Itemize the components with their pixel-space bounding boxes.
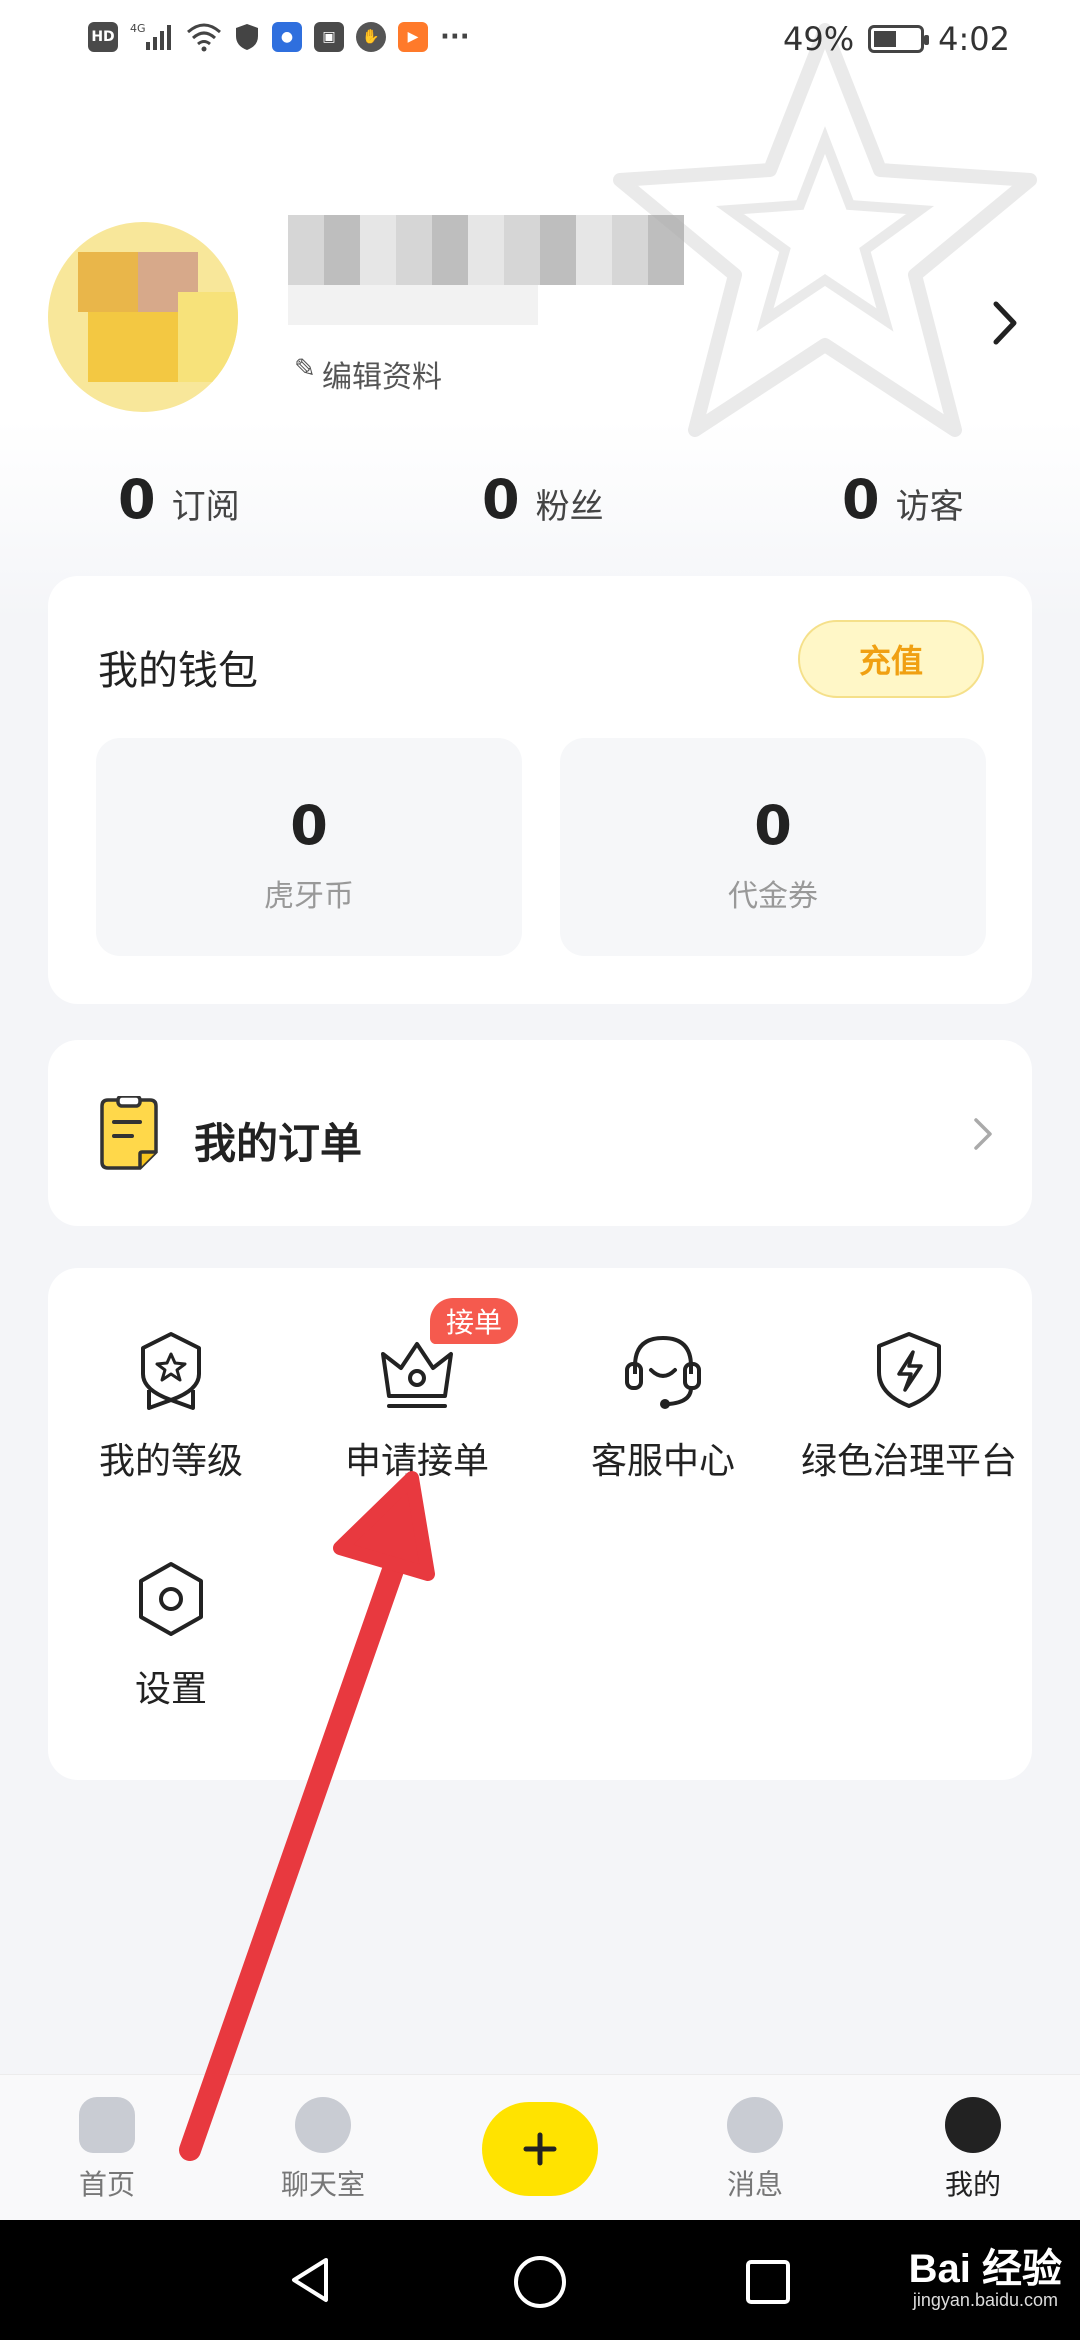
tool-label: 设置 [134,1669,207,1710]
nav-label: 聊天室 [280,2168,365,2201]
order-note-icon [100,1096,158,1170]
headset-icon [625,1335,701,1409]
nav-messages[interactable]: 消息 [690,2097,820,2203]
username-blurred [288,215,684,285]
nav-home[interactable]: 首页 [42,2097,172,2203]
level-badge-icon [141,1332,201,1410]
wallet-vouchers[interactable]: 0 代金券 [560,738,986,956]
hand-icon: ✋ [356,22,386,52]
app-screen: HD 4G ● ▣ ✋ ▶ ··· 49% 4:02 ✎ 编辑资料 0 订阅 0… [0,0,1080,2340]
home-circle-icon[interactable] [512,2254,568,2310]
wallet-huya-coins[interactable]: 0 虎牙币 [96,738,522,956]
recharge-button[interactable]: 充值 [798,620,984,698]
back-icon[interactable] [286,2254,334,2306]
wallet-label: 虎牙币 [264,879,354,914]
play-icon: ▶ [398,22,428,52]
stat-value: 0 [118,468,156,531]
profile-stats: 0 订阅 0 粉丝 0 访客 [0,468,1080,538]
stat-value: 0 [842,468,880,531]
orders-title: 我的订单 [194,1119,363,1168]
recents-icon[interactable] [744,2258,792,2306]
pen-icon: ✎ [294,354,316,384]
baidu-watermark: Bai 经验 [908,2247,1062,2291]
tool-apply-orders[interactable]: 申请接单 [294,1330,540,1484]
message-icon [727,2097,783,2153]
stat-subscriptions[interactable]: 0 订阅 [118,468,240,531]
nav-label: 首页 [78,2168,135,2201]
stat-label: 订阅 [171,487,240,527]
stat-fans[interactable]: 0 粉丝 [482,468,604,531]
tool-label: 我的等级 [98,1441,243,1482]
huawei-icon: ▣ [314,22,344,52]
edit-profile-link[interactable]: ✎ 编辑资料 [294,352,442,396]
chevron-right-icon [974,1118,992,1150]
my-orders-row[interactable]: 我的订单 [48,1040,1032,1226]
apply-orders-badge: 接单 [430,1298,519,1344]
avatar[interactable] [48,222,238,412]
stat-label: 访客 [895,487,964,527]
shield-icon [236,24,258,50]
tool-my-level[interactable]: 我的等级 [48,1330,294,1484]
settings-icon [139,1562,203,1636]
wallet-label: 代金券 [728,879,818,914]
nav-label: 我的 [944,2168,1001,2201]
nav-label: 消息 [726,2168,783,2201]
stat-label: 粉丝 [535,487,604,527]
wallet-card: 我的钱包 充值 0 虎牙币 0 代金券 [48,576,1032,1004]
wallet-title: 我的钱包 [98,648,258,694]
stat-visitors[interactable]: 0 访客 [842,468,964,531]
wallet-value: 0 [290,794,328,857]
tool-customer-service[interactable]: 客服中心 [540,1330,786,1484]
chevron-right-icon[interactable] [990,298,1020,348]
profile-icon [945,2097,1001,2153]
tool-settings[interactable]: 设置 [48,1558,294,1712]
user-id-blurred [288,285,538,325]
svg-text:4G: 4G [130,22,146,35]
tool-label: 客服中心 [590,1441,735,1482]
hd-icon: HD [88,22,118,52]
create-button[interactable] [482,2102,598,2196]
stat-value: 0 [482,468,520,531]
tool-label: 申请接单 [344,1441,489,1482]
signal-icon: 4G [130,22,171,50]
plus-icon [523,2132,557,2166]
tool-green-governance[interactable]: 绿色治理平台 [786,1330,1032,1484]
nav-profile[interactable]: 我的 [908,2097,1038,2203]
status-icons: HD 4G ● ▣ ✋ ▶ ··· [88,22,470,52]
wallet-value: 0 [754,794,792,857]
baidu-watermark-url: jingyan.baidu.com [912,2290,1058,2310]
tools-grid: 我的等级 申请接单 客服中心 绿色治理平台 设置 接单 [48,1268,1032,1780]
wifi-icon [187,23,221,52]
bulb-icon: ● [272,22,302,52]
chatroom-icon [295,2097,351,2153]
edit-profile-label: 编辑资料 [322,360,442,395]
tool-label: 绿色治理平台 [800,1441,1017,1482]
more-icon: ··· [440,22,470,52]
home-icon [79,2097,135,2153]
nav-chatroom[interactable]: 聊天室 [258,2097,388,2203]
lightning-shield-icon [877,1332,941,1408]
